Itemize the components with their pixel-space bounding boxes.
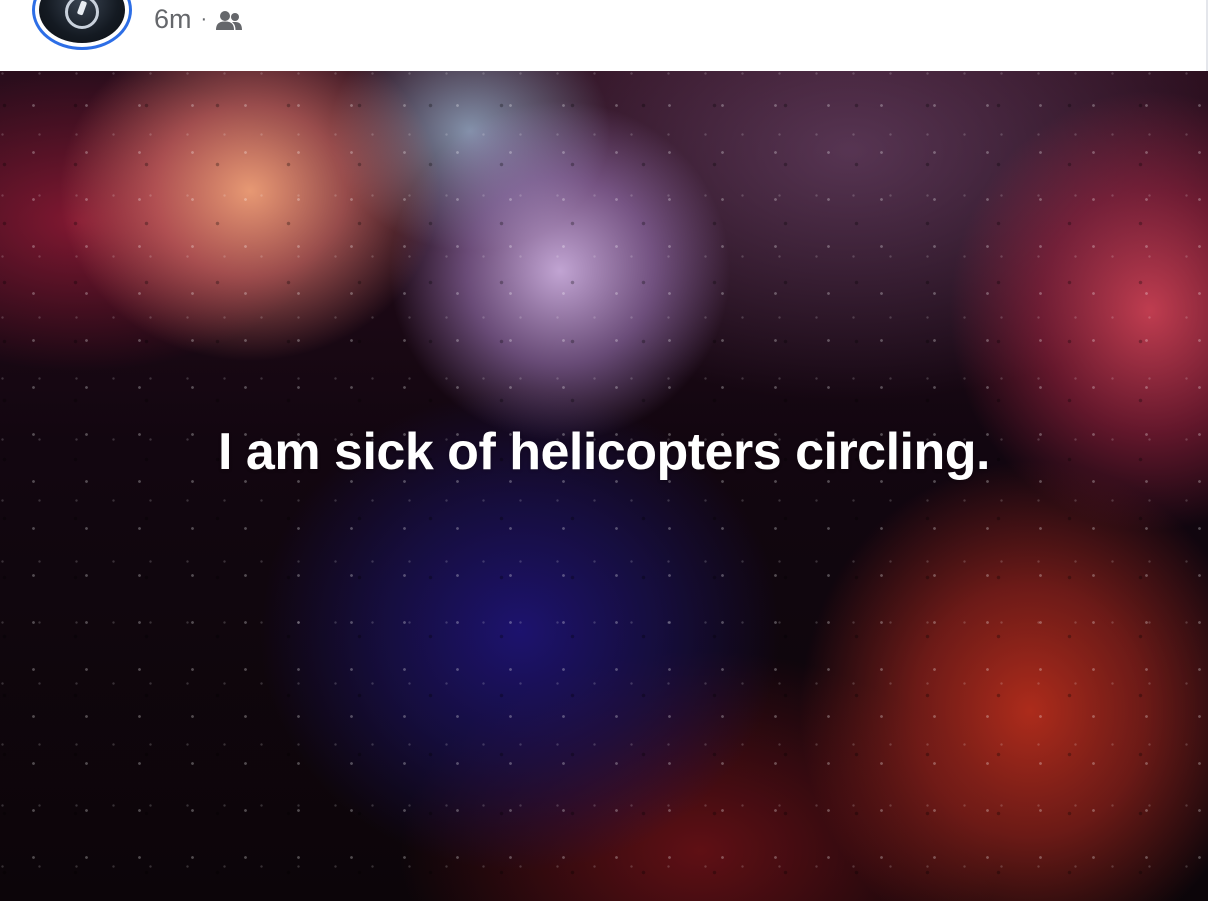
- post-background: I am sick of helicopters circling.: [0, 71, 1208, 901]
- post-text: I am sick of helicopters circling.: [218, 423, 990, 481]
- avatar-image: [39, 0, 125, 43]
- friends-icon[interactable]: [215, 8, 243, 30]
- post-header: 6m ·: [0, 0, 1208, 71]
- post-timestamp[interactable]: 6m: [154, 4, 192, 35]
- facebook-post: 6m · I am sick of helicopters circling.: [0, 0, 1208, 901]
- post-meta: 6m ·: [154, 2, 243, 36]
- avatar[interactable]: [32, 0, 132, 50]
- meta-separator: ·: [200, 7, 208, 30]
